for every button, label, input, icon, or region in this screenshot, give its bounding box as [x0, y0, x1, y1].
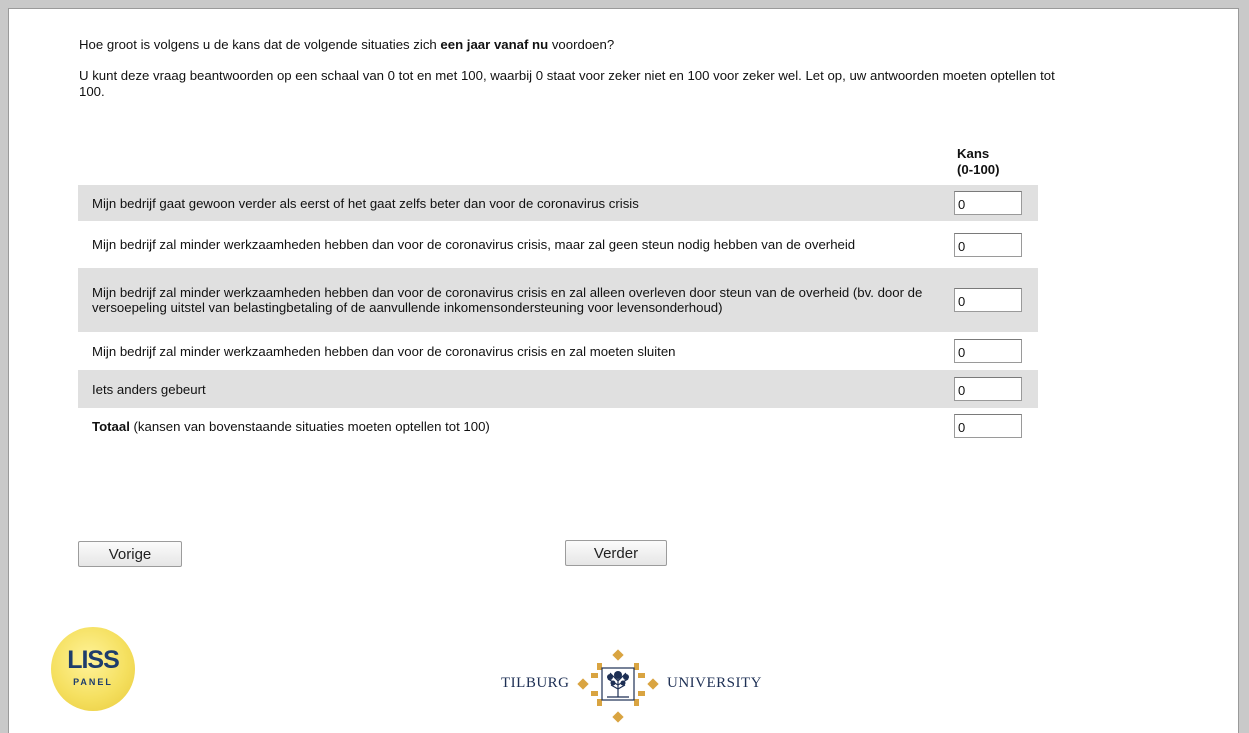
next-button[interactable]: Verder	[565, 540, 667, 566]
tilburg-logo-text: TILBURG	[501, 675, 570, 691]
probability-input[interactable]	[954, 377, 1022, 401]
table-row: Mijn bedrijf zal minder werkzaamheden he…	[78, 332, 1038, 370]
previous-button[interactable]: Vorige	[78, 541, 182, 567]
total-row: Totaal (kansen van bovenstaande situatie…	[78, 408, 1038, 444]
row-label: Mijn bedrijf zal minder werkzaamheden he…	[92, 343, 676, 359]
total-label-rest: (kansen van bovenstaande situaties moete…	[129, 418, 490, 434]
table-row: Mijn bedrijf gaat gewoon verder als eers…	[78, 185, 1038, 221]
total-label: Totaal (kansen van bovenstaande situatie…	[92, 419, 932, 434]
probability-input[interactable]	[954, 191, 1022, 215]
total-input[interactable]	[954, 414, 1022, 438]
probability-input[interactable]	[954, 232, 1022, 257]
question-intro: Hoe groot is volgens u de kans dat de vo…	[79, 37, 1059, 115]
table-row: Mijn bedrijf zal minder werkzaamheden he…	[78, 221, 1038, 268]
liss-logo-text: LISS	[67, 646, 120, 674]
tilburg-emblem-icon	[577, 649, 659, 723]
liss-logo-subtext: PANEL	[73, 677, 113, 687]
university-logo-text: UNIVERSITY	[667, 675, 762, 691]
survey-page: Hoe groot is volgens u de kans dat de vo…	[8, 8, 1239, 733]
row-label: Mijn bedrijf zal minder werkzaamheden he…	[92, 237, 856, 252]
probability-input[interactable]	[954, 339, 1022, 363]
row-label: Mijn bedrijf zal minder werkzaamheden he…	[92, 285, 923, 315]
question-text: Hoe groot is volgens u de kans dat de vo…	[79, 37, 1059, 53]
row-label: Mijn bedrijf gaat gewoon verder als eers…	[92, 195, 639, 211]
probability-table: Mijn bedrijf gaat gewoon verder als eers…	[78, 185, 1038, 444]
tilburg-university-logo: TILBURG UNIVERSITY	[501, 649, 771, 725]
table-row: Iets anders gebeurt	[78, 370, 1038, 408]
probability-input[interactable]	[954, 288, 1022, 312]
question-text-part: voordoen?	[548, 37, 615, 52]
table-row: Mijn bedrijf zal minder werkzaamheden he…	[78, 268, 1038, 332]
row-label: Iets anders gebeurt	[92, 381, 206, 397]
liss-panel-logo: LISS PANEL	[51, 627, 135, 711]
scale-instructions: U kunt deze vraag beantwoorden op een sc…	[79, 68, 1055, 99]
question-text-part: Hoe groot is volgens u de kans dat de vo…	[79, 37, 441, 52]
question-emphasis: een jaar vanaf nu	[440, 37, 549, 52]
column-header-kans: Kans (0-100)	[957, 146, 1037, 178]
column-header-line: Kans	[957, 146, 990, 161]
column-header-line: (0-100)	[957, 162, 1000, 177]
total-label-bold: Totaal	[92, 418, 130, 434]
